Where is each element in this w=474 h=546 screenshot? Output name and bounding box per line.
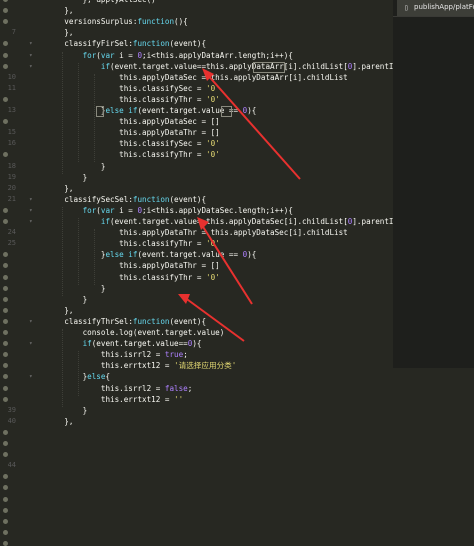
- line-marker: [3, 374, 8, 380]
- code-token: }: [82, 405, 88, 415]
- indent-guide: [94, 229, 95, 285]
- bracket-highlight: [253, 61, 285, 73]
- line-number: 39: [7, 405, 16, 414]
- code-line[interactable]: },: [46, 416, 73, 427]
- indent-guide: [78, 62, 79, 163]
- annotation-arrows: [178, 68, 301, 342]
- code-token: },: [64, 416, 74, 426]
- code-line[interactable]: this.isrrl2 = false;: [46, 383, 192, 394]
- code-token: '': [174, 394, 184, 404]
- indent-guide: [78, 351, 79, 396]
- code-line[interactable]: }: [46, 405, 88, 416]
- indent-guide: [62, 51, 63, 174]
- indent-guide: [78, 218, 79, 285]
- code-token: else: [87, 372, 106, 382]
- indent-guide: [62, 206, 63, 296]
- code-token: false: [164, 383, 188, 393]
- line-number: 44: [7, 461, 16, 470]
- line-marker: [3, 385, 8, 391]
- line-marker: [3, 474, 8, 480]
- line-marker: [3, 441, 8, 446]
- line-marker: [3, 429, 8, 435]
- fold-icon[interactable]: ▾: [29, 371, 33, 382]
- line-marker: [3, 540, 8, 546]
- indent-guide: [94, 73, 95, 163]
- code-token: this.isrrl2 =: [100, 383, 165, 393]
- code-line[interactable]: this.errtxt12 = '': [46, 394, 183, 405]
- annotation-arrow: [183, 296, 245, 342]
- line-marker: [3, 507, 8, 513]
- line-number: 40: [7, 416, 16, 425]
- line-marker: [3, 496, 8, 502]
- line-marker: [3, 529, 8, 535]
- line-marker: [3, 396, 8, 402]
- line-marker: [3, 485, 8, 491]
- line-marker: [3, 452, 8, 458]
- code-token: this.errtxt12 =: [100, 394, 175, 404]
- line-marker: [3, 518, 8, 524]
- bracket-highlight: [96, 106, 104, 117]
- annotation-arrow: [199, 221, 253, 305]
- code-token: ;: [187, 383, 193, 393]
- annotation-arrow: [205, 72, 301, 180]
- bracket-highlight: [221, 106, 232, 117]
- code-token: {: [105, 372, 111, 382]
